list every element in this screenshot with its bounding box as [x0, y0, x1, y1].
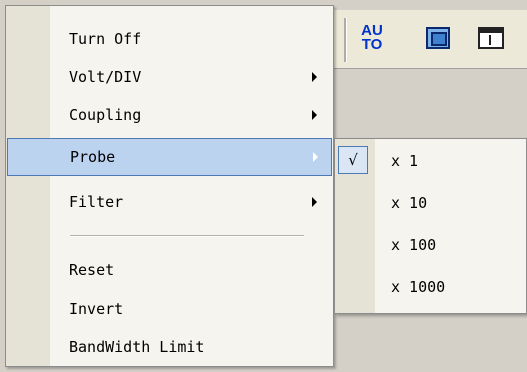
- menu-item-bandwidth-limit[interactable]: BandWidth Limit: [6, 328, 333, 366]
- submenu-item-x1[interactable]: √ x 1: [335, 141, 526, 181]
- submenu-arrow-icon: [312, 72, 317, 82]
- submenu-item-label: x 10: [391, 194, 428, 212]
- menu-item-label: Invert: [69, 300, 124, 318]
- toolbar-separator: [344, 18, 347, 62]
- submenu-item-x100[interactable]: x 100: [335, 225, 526, 265]
- menu-item-invert[interactable]: Invert: [6, 290, 333, 328]
- submenu-arrow-icon: [313, 152, 318, 162]
- submenu-item-label: x 100: [391, 236, 437, 254]
- auto-scale-button[interactable]: AU TO: [354, 20, 390, 56]
- fit-window-icon: [426, 27, 450, 49]
- menu-item-probe[interactable]: Probe: [7, 138, 332, 176]
- submenu-arrow-icon: [312, 110, 317, 120]
- probe-submenu: √ x 1 x 10 x 100 x 1000: [334, 138, 527, 314]
- menu-item-turn-off[interactable]: Turn Off: [6, 20, 333, 58]
- menu-item-reset[interactable]: Reset: [6, 251, 333, 289]
- menu-separator: [70, 235, 304, 237]
- check-icon: √: [338, 146, 368, 174]
- submenu-item-x1000[interactable]: x 1000: [335, 267, 526, 307]
- menu-item-label: Reset: [69, 261, 115, 279]
- submenu-arrow-icon: [312, 197, 317, 207]
- panel-toggle-icon: [478, 27, 504, 49]
- panel-toggle-button[interactable]: [473, 20, 509, 56]
- menu-item-label: BandWidth Limit: [69, 338, 205, 356]
- submenu-item-label: x 1000: [391, 278, 446, 296]
- menu-item-label: Coupling: [69, 106, 142, 124]
- menu-item-coupling[interactable]: Coupling: [6, 96, 333, 134]
- menu-item-filter[interactable]: Filter: [6, 183, 333, 221]
- submenu-item-x10[interactable]: x 10: [335, 183, 526, 223]
- auto-scale-icon: AU TO: [361, 23, 383, 53]
- context-menu: Turn Off Volt/DIV Coupling Probe Filter …: [5, 5, 334, 367]
- menu-item-label: Filter: [69, 193, 124, 211]
- menu-item-label: Turn Off: [69, 30, 142, 48]
- fit-window-button[interactable]: [420, 20, 456, 56]
- auto-label-bottom: TO: [361, 36, 383, 53]
- submenu-item-label: x 1: [391, 152, 419, 170]
- menu-item-volt-div[interactable]: Volt/DIV: [6, 58, 333, 96]
- menu-item-label: Volt/DIV: [69, 68, 142, 86]
- menu-item-label: Probe: [70, 148, 116, 166]
